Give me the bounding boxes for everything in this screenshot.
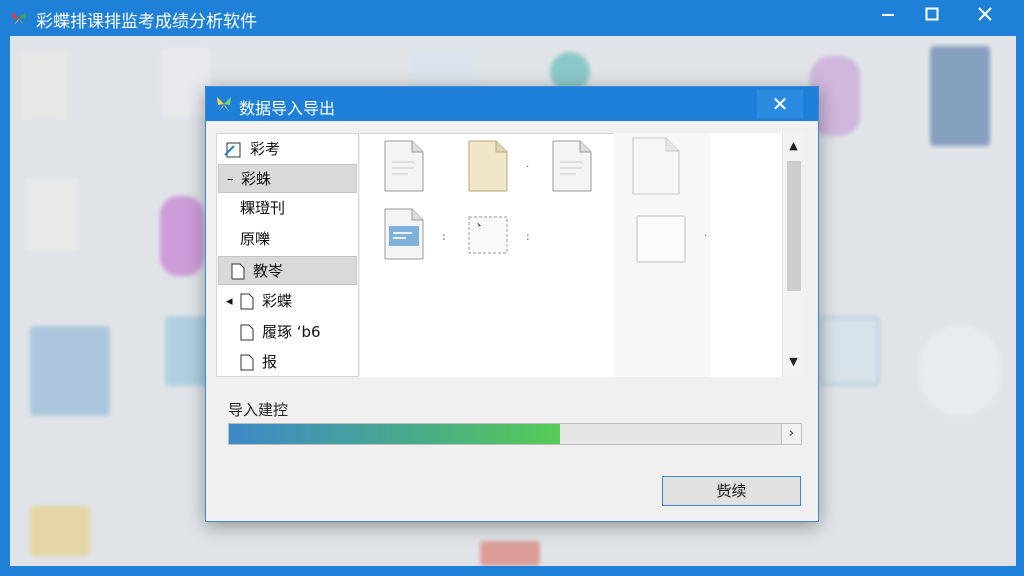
tree-item[interactable]: 彩考 (218, 135, 357, 164)
continue-button[interactable]: 赀续 (662, 476, 801, 506)
file-view-preview: · (614, 133, 710, 377)
app-window: 彩蝶排课排监考成绩分析软件 数据导入导出 ✕ 彩考 – 彩蛛 粿璒刊 原嚛 教岺… (0, 0, 1024, 576)
edit-document-icon (224, 142, 241, 158)
tree-item[interactable]: 粿璒刊 (218, 194, 357, 223)
tree-item[interactable]: ◂ 彩蝶 (218, 287, 357, 316)
dialog-titlebar: 数据导入导出 ✕ (206, 87, 818, 121)
tree-item[interactable]: 履琢 ‘b6 (218, 318, 357, 347)
vertical-scrollbar[interactable]: ▲ ▼ (782, 133, 804, 377)
close-icon: ✕ (771, 92, 789, 116)
tree-collapse-toggle[interactable]: – (227, 165, 234, 194)
tree-item-label: 彩考 (250, 140, 281, 158)
butterfly-logo-icon (12, 12, 26, 25)
tree-item-label: 彩蝶 (262, 292, 293, 310)
tree-item-label: 原嚛 (240, 230, 271, 248)
tree-item-selected[interactable]: – 彩蛛 (218, 164, 357, 193)
tree-item-label: 教岺 (253, 262, 284, 280)
tree-expand-toggle[interactable]: ◂ (226, 287, 233, 316)
tree-item-selected[interactable]: 教岺 (218, 256, 357, 285)
minimize-icon (882, 14, 894, 16)
close-window-button[interactable] (954, 0, 1016, 30)
document-icon (240, 324, 254, 341)
progress-label: 导入建控 (228, 401, 289, 419)
tree-item-label: 报 (262, 353, 278, 371)
file-blank-thumbnail[interactable] (636, 215, 686, 263)
dialog-title: 数据导入导出 (239, 99, 336, 118)
document-icon (240, 293, 254, 310)
scroll-up-button[interactable]: ▲ (783, 135, 804, 157)
file-note-icon[interactable] (468, 140, 508, 192)
file-view: · : : (360, 133, 614, 377)
tree-item-label: 履琢 ‘b6 (262, 323, 321, 341)
app-titlebar: 彩蝶排课排监考成绩分析软件 (0, 0, 1024, 36)
file-placeholder-icon[interactable] (468, 216, 508, 256)
progress-bar (228, 423, 782, 445)
import-export-dialog: 数据导入导出 ✕ 彩考 – 彩蛛 粿璒刊 原嚛 教岺 ◂ 彩蝶 履琢 ‘b6 报… (205, 86, 819, 522)
separator-glyph: : (442, 230, 446, 243)
document-icon (240, 354, 254, 371)
maximize-button[interactable] (910, 0, 954, 30)
tree-item[interactable]: 报 (218, 348, 357, 377)
separator-glyph: : (526, 230, 530, 243)
app-title: 彩蝶排课排监考成绩分析软件 (36, 12, 257, 32)
scroll-down-button[interactable]: ▼ (783, 351, 804, 373)
separator-glyph: · (704, 231, 708, 242)
tree-item[interactable]: 原嚛 (218, 225, 357, 254)
maximize-icon (925, 7, 939, 21)
file-view-blank (710, 133, 782, 377)
minimize-button[interactable] (866, 0, 910, 30)
dialog-close-button[interactable]: ✕ (757, 90, 803, 118)
document-icon (231, 263, 245, 280)
category-tree: 彩考 – 彩蛛 粿璒刊 原嚛 教岺 ◂ 彩蝶 履琢 ‘b6 报 (216, 133, 359, 377)
file-document-icon[interactable] (632, 137, 680, 195)
file-image-icon[interactable] (384, 208, 424, 260)
close-icon (978, 7, 992, 21)
tree-item-label: 彩蛛 (241, 170, 272, 188)
file-document-icon[interactable] (384, 140, 424, 192)
tree-item-label: 粿璒刊 (240, 199, 286, 217)
scroll-thumb[interactable] (787, 161, 801, 291)
separator-glyph: · (526, 162, 530, 173)
file-document-icon[interactable] (552, 140, 592, 192)
progress-next-button[interactable]: › (782, 423, 802, 445)
butterfly-icon (217, 97, 231, 111)
progress-fill (229, 424, 560, 444)
